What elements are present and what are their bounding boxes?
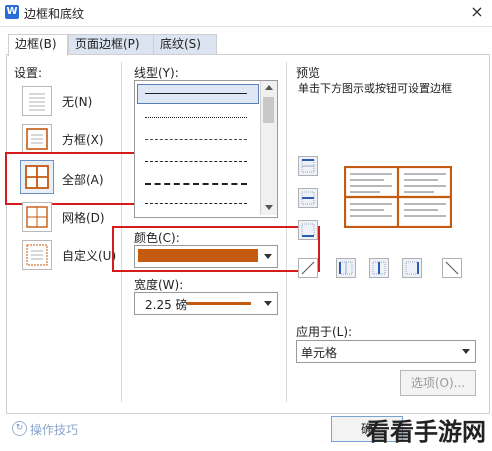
color-dropdown[interactable] <box>134 245 278 268</box>
line-style-dashed-large[interactable] <box>145 183 247 185</box>
width-sample-line <box>187 302 251 305</box>
apply-to-dropdown[interactable]: 单元格 <box>296 340 476 363</box>
line-style-list[interactable] <box>134 80 278 218</box>
chevron-down-icon[interactable] <box>264 300 272 306</box>
tips-link[interactable]: 操作技巧 <box>30 421 78 438</box>
option-none-label[interactable]: 无(N) <box>62 93 92 110</box>
color-swatch <box>138 249 258 262</box>
line-style-dashed[interactable] <box>145 161 247 162</box>
box-border-icon[interactable] <box>22 124 52 154</box>
line-style-item-selected[interactable] <box>137 84 259 104</box>
width-value: 2.25 磅 <box>145 298 188 312</box>
preview-table[interactable] <box>343 165 453 229</box>
no-border-icon[interactable] <box>22 86 52 116</box>
apply-to-value: 单元格 <box>301 346 338 360</box>
settings-heading: 设置: <box>14 66 43 80</box>
grid-border-icon[interactable] <box>22 202 52 232</box>
preview-hint: 单击下方图示或按钮可设置边框 <box>298 82 452 95</box>
diagonal-up-border-button[interactable] <box>298 258 318 278</box>
chevron-down-icon[interactable] <box>462 348 470 354</box>
scroll-thumb[interactable] <box>263 97 274 123</box>
tab-borders[interactable]: 边框(B) <box>8 34 68 56</box>
title-bar: W 边框和底纹 × <box>0 0 492 27</box>
preview-heading: 预览 <box>296 66 321 80</box>
inside-vertical-border-button[interactable] <box>369 258 389 278</box>
line-style-label: 线型(Y): <box>134 66 179 80</box>
tab-shading[interactable]: 底纹(S) <box>153 34 217 54</box>
left-border-button[interactable] <box>336 258 356 278</box>
line-style-dashed-small[interactable] <box>145 139 247 140</box>
inside-horizontal-border-button[interactable] <box>298 188 318 208</box>
line-style-scrollbar[interactable] <box>260 81 277 215</box>
color-label: 颜色(C): <box>134 231 180 245</box>
line-style-dash-dot[interactable] <box>145 203 247 204</box>
line-style-dotted[interactable] <box>145 117 247 118</box>
watermark-text: 看看手游网 <box>366 418 486 446</box>
option-custom-label[interactable]: 自定义(U) <box>62 247 116 264</box>
bottom-border-button[interactable] <box>298 220 318 240</box>
tips-icon[interactable]: ↻ <box>12 421 27 436</box>
option-grid-label[interactable]: 网格(D) <box>62 209 105 226</box>
right-border-button[interactable] <box>402 258 422 278</box>
line-style-solid[interactable] <box>145 93 247 94</box>
scroll-up-icon[interactable] <box>265 85 273 90</box>
option-box-label[interactable]: 方框(X) <box>62 131 104 148</box>
custom-border-icon[interactable] <box>22 240 52 270</box>
dialog-title: 边框和底纹 <box>24 7 85 21</box>
width-label: 宽度(W): <box>134 278 184 292</box>
options-button[interactable]: 选项(O)... <box>400 370 476 396</box>
apply-to-label: 应用于(L): <box>296 325 353 339</box>
all-borders-icon[interactable] <box>20 160 54 194</box>
wps-app-icon: W <box>5 5 19 19</box>
tab-page-borders[interactable]: 页面边框(P) <box>68 34 158 54</box>
chevron-down-icon[interactable] <box>264 253 272 259</box>
top-border-button[interactable] <box>298 156 318 176</box>
option-all-label[interactable]: 全部(A) <box>62 171 104 188</box>
close-button[interactable]: × <box>466 2 488 22</box>
scroll-down-icon[interactable] <box>265 205 273 210</box>
width-dropdown[interactable]: 2.25 磅 <box>134 292 278 315</box>
diagonal-down-border-button[interactable] <box>442 258 462 278</box>
